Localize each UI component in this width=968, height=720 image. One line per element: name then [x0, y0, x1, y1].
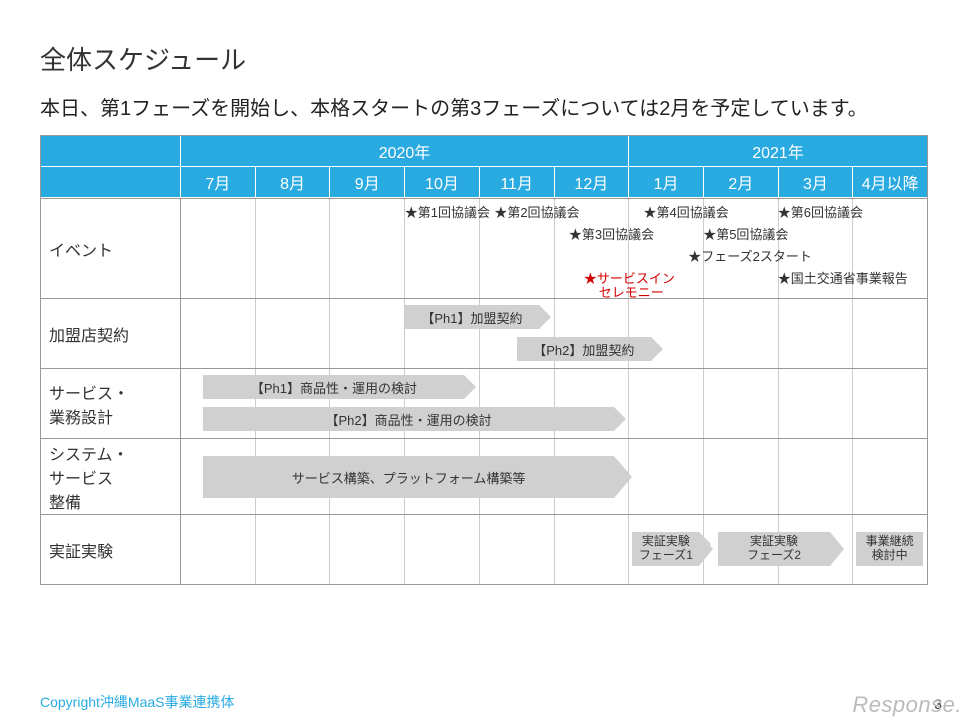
milestone: ★第2回協議会 [494, 205, 579, 221]
milestone: ★第6回協議会 [778, 205, 863, 221]
gantt-bar: 事業継続検討中 [856, 532, 923, 566]
month-cell: 11月 [480, 167, 555, 198]
year-2021: 2021年 [629, 136, 927, 167]
gantt-bar: 実証実験フェーズ1 [632, 532, 699, 566]
year-2020: 2020年 [181, 136, 629, 167]
milestone: ★第3回協議会 [569, 227, 654, 243]
milestone: ★第1回協議会 [405, 205, 490, 221]
month-cell: 12月 [555, 167, 630, 198]
watermark: Response. [852, 692, 962, 718]
row-label-service-design: サービス・ 業務設計 [41, 369, 181, 438]
gantt-bar: 【Ph2】加盟契約 [517, 337, 651, 361]
row-label-merchant: 加盟店契約 [41, 299, 181, 368]
gantt-bar: 【Ph1】加盟契約 [405, 305, 539, 329]
gantt-bar: 【Ph1】商品性・運用の検討 [203, 375, 464, 399]
row-label-experiment: 実証実験 [41, 515, 181, 584]
schedule-grid: 2020年 2021年 7月 8月 9月 10月 11月 12月 1月 2月 3… [40, 135, 928, 585]
milestone: ★第4回協議会 [644, 205, 729, 221]
gantt-bar: 実証実験フェーズ2 [718, 532, 830, 566]
month-cell: 1月 [629, 167, 704, 198]
month-cell: 3月 [779, 167, 854, 198]
month-cell: 9月 [330, 167, 405, 198]
month-cell: 2月 [704, 167, 779, 198]
milestone: ★第5回協議会 [703, 227, 788, 243]
copyright: Copyright沖縄MaaS事業連携体 [40, 692, 235, 712]
row-label-event: イベント [41, 199, 181, 298]
page-title: 全体スケジュール [40, 40, 928, 77]
subtitle: 本日、第1フェーズを開始し、本格スタートの第3フェーズについては2月を予定してい… [40, 95, 928, 123]
gantt-bar: サービス構築、プラットフォーム構築等 [203, 456, 613, 498]
month-cell: 4月以降 [853, 167, 927, 198]
month-cell: 7月 [181, 167, 256, 198]
milestone: ★国土交通省事業報告 [778, 271, 908, 287]
milestone: ★フェーズ2スタート [688, 249, 812, 265]
gantt-bar: 【Ph2】商品性・運用の検討 [203, 407, 613, 431]
row-label-system: システム・ サービス 整備 [41, 439, 181, 514]
month-cell: 8月 [256, 167, 331, 198]
month-cell: 10月 [405, 167, 480, 198]
